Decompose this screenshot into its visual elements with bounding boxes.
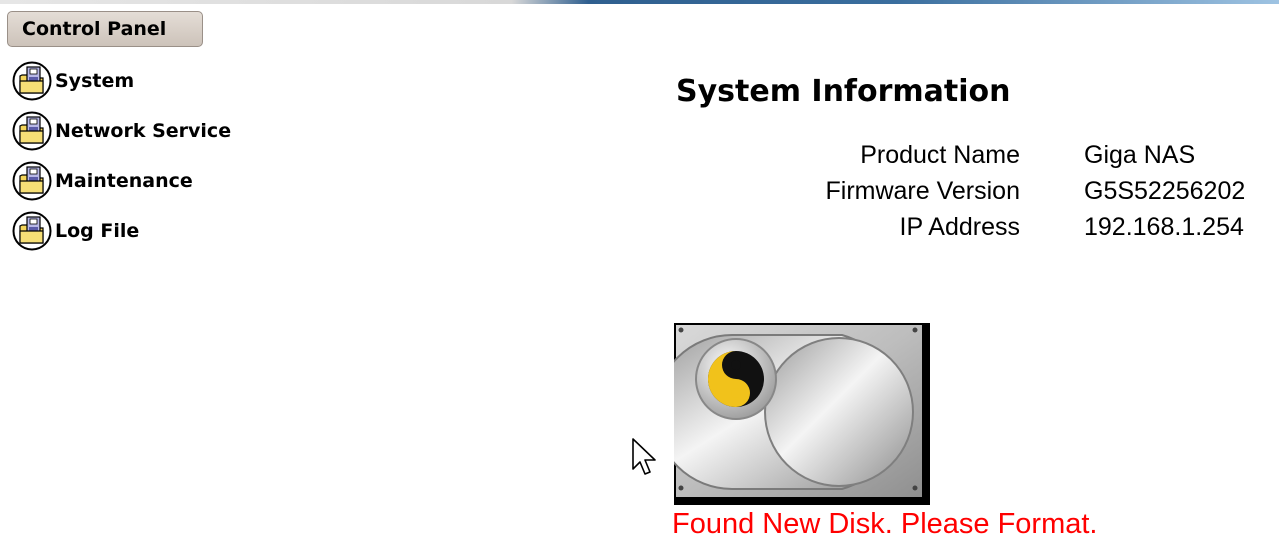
info-value: 192.168.1.254: [1084, 213, 1244, 241]
sidebar-item-log-file[interactable]: Log File: [12, 206, 231, 256]
page-title: System Information: [676, 74, 1011, 109]
folder-disk-icon: [12, 161, 52, 201]
folder-disk-icon: [12, 111, 52, 151]
info-row-firmware-version: Firmware Version G5S52256202: [760, 173, 1246, 209]
info-value: G5S52256202: [1084, 177, 1246, 205]
top-gradient-bar: [0, 0, 1279, 4]
info-key: Firmware Version: [825, 177, 1021, 205]
sidebar-item-network-service[interactable]: Network Service: [12, 106, 231, 156]
disk-status-message: Found New Disk. Please Format.: [672, 508, 1098, 537]
info-row-ip-address: IP Address 192.168.1.254: [760, 209, 1245, 245]
sidebar-item-label: Maintenance: [55, 170, 193, 192]
hard-disk-icon[interactable]: [674, 323, 930, 505]
sidebar-item-label: Network Service: [55, 120, 232, 142]
folder-disk-icon: [12, 61, 52, 101]
folder-disk-icon: [12, 211, 52, 251]
mouse-pointer-icon: [632, 438, 656, 475]
info-key: IP Address: [899, 213, 1020, 241]
sidebar-nav: System Network Service Maintenance Log F…: [12, 56, 231, 256]
system-info-table: Product Name Giga NAS Firmware Version G…: [760, 137, 1246, 245]
control-panel-button[interactable]: Control Panel: [7, 11, 203, 47]
sidebar-item-label: System: [55, 70, 135, 92]
sidebar-item-maintenance[interactable]: Maintenance: [12, 156, 231, 206]
sidebar-item-label: Log File: [55, 220, 140, 242]
sidebar-item-system[interactable]: System: [12, 56, 231, 106]
info-value: Giga NAS: [1084, 141, 1196, 169]
info-row-product-name: Product Name Giga NAS: [760, 137, 1245, 173]
info-key: Product Name: [860, 141, 1020, 169]
